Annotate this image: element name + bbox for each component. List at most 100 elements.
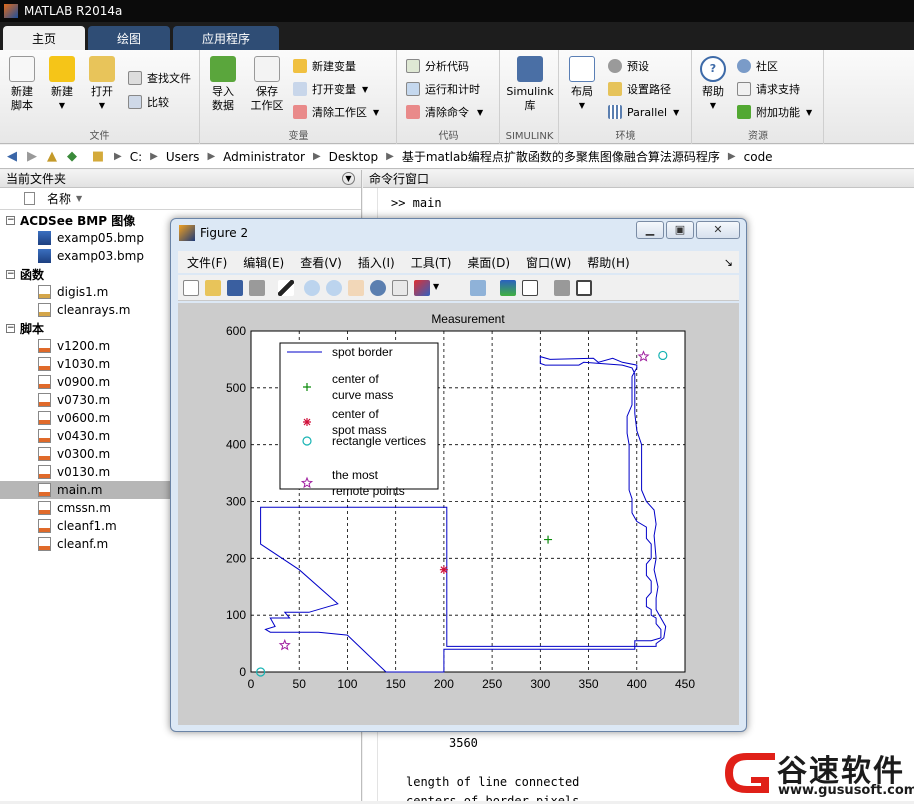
layout-icon bbox=[569, 56, 595, 82]
breadcrumb-separator[interactable]: ▶ bbox=[150, 151, 158, 162]
browse-folder-icon[interactable]: ◆ bbox=[64, 149, 80, 164]
x-tick-label: 450 bbox=[675, 677, 695, 691]
community-button[interactable]: 社区 bbox=[737, 56, 778, 76]
up-folder-icon[interactable]: ▲ bbox=[44, 149, 60, 164]
ribbon-section-simulink: Simulink 库 SIMULINK bbox=[501, 50, 559, 144]
breadcrumb-separator[interactable]: ▶ bbox=[386, 151, 394, 162]
menu-insert[interactable]: 插入(I) bbox=[358, 254, 395, 271]
find-files-button[interactable]: 查找文件 bbox=[128, 68, 191, 88]
rotate-3d-icon[interactable] bbox=[370, 280, 386, 296]
open-file-icon[interactable] bbox=[205, 280, 221, 296]
function-file-icon bbox=[38, 285, 51, 299]
tab-apps[interactable]: 应用程序 bbox=[173, 26, 279, 50]
name-column-header[interactable]: 名称 ▼ bbox=[0, 188, 361, 210]
measurement-chart[interactable]: 0 50 100 150 200 250 300 350 400 450 0 100 200 300 400… bbox=[178, 303, 739, 725]
compare-button[interactable]: 比较 bbox=[128, 92, 169, 112]
legend-icon[interactable] bbox=[522, 280, 538, 296]
restore-button[interactable]: ▣ bbox=[666, 221, 694, 239]
new-script-icon bbox=[9, 56, 35, 82]
close-button[interactable]: ✕ bbox=[696, 221, 740, 239]
add-ons-icon bbox=[737, 105, 751, 119]
parallel-button[interactable]: Parallel ▼ bbox=[608, 102, 679, 122]
clear-workspace-button[interactable]: 清除工作区 ▼ bbox=[293, 102, 379, 122]
show-plot-tools-icon[interactable] bbox=[576, 280, 592, 296]
menu-file[interactable]: 文件(F) bbox=[187, 254, 227, 271]
tab-home[interactable]: 主页 bbox=[3, 26, 85, 50]
breadcrumb-item[interactable]: code bbox=[744, 150, 773, 164]
breadcrumb-separator[interactable]: ▶ bbox=[728, 151, 736, 162]
pan-hand-icon[interactable] bbox=[348, 280, 364, 296]
command-prompt-line[interactable]: >> main bbox=[391, 196, 442, 210]
breadcrumb-item[interactable]: Users bbox=[166, 150, 200, 164]
save-icon[interactable] bbox=[227, 280, 243, 296]
menu-tools[interactable]: 工具(T) bbox=[411, 254, 452, 271]
x-tick-label: 400 bbox=[627, 677, 647, 691]
clear-workspace-icon bbox=[293, 105, 307, 119]
folder-icon: ■ bbox=[91, 149, 105, 164]
open-variable-button[interactable]: 打开变量 ▼ bbox=[293, 79, 368, 99]
preferences-button[interactable]: 预设 bbox=[608, 56, 649, 76]
breadcrumb-item[interactable]: C: bbox=[130, 150, 142, 164]
minimize-button[interactable]: ▁ bbox=[636, 221, 664, 239]
file-name: v0730.m bbox=[57, 393, 111, 407]
zoom-out-icon[interactable] bbox=[326, 280, 342, 296]
select-arrow-icon[interactable] bbox=[278, 280, 294, 296]
new-variable-button[interactable]: 新建变量 bbox=[293, 56, 356, 76]
file-type-column-icon bbox=[24, 192, 35, 205]
print-icon[interactable] bbox=[249, 280, 265, 296]
new-script-button[interactable]: 新建 脚本 bbox=[2, 56, 42, 113]
back-arrow-icon[interactable]: ◀ bbox=[4, 149, 20, 164]
menu-window[interactable]: 窗口(W) bbox=[526, 254, 571, 271]
link-plot-icon[interactable] bbox=[470, 280, 486, 296]
zoom-in-icon[interactable] bbox=[304, 280, 320, 296]
legend-entry-line: center of bbox=[332, 407, 379, 421]
breadcrumb-separator[interactable]: ▶ bbox=[207, 151, 215, 162]
collapse-minus-icon[interactable]: − bbox=[6, 269, 15, 279]
brush-dropdown-icon[interactable]: ▼ bbox=[433, 282, 439, 291]
analyze-code-button[interactable]: 分析代码 bbox=[406, 56, 469, 76]
colorbar-icon[interactable] bbox=[500, 280, 516, 296]
import-data-button[interactable]: 导入 数据 bbox=[203, 56, 243, 113]
set-path-button[interactable]: 设置路径 bbox=[608, 79, 671, 99]
run-and-time-button[interactable]: 运行和计时 bbox=[406, 79, 480, 99]
menu-edit[interactable]: 编辑(E) bbox=[243, 254, 284, 271]
add-ons-label: 附加功能 bbox=[756, 106, 800, 119]
tree-group-label: 函数 bbox=[20, 267, 45, 282]
open-button[interactable]: 打开 ▼ bbox=[82, 56, 122, 113]
tab-plots[interactable]: 绘图 bbox=[88, 26, 170, 50]
new-button[interactable]: 新建 ▼ bbox=[42, 56, 82, 113]
data-cursor-icon[interactable] bbox=[392, 280, 408, 296]
forward-arrow-icon[interactable]: ▶ bbox=[24, 149, 40, 164]
file-name: digis1.m bbox=[57, 285, 109, 299]
save-workspace-button[interactable]: 保存 工作区 bbox=[245, 56, 289, 113]
menu-view[interactable]: 查看(V) bbox=[300, 254, 342, 271]
new-figure-icon[interactable] bbox=[183, 280, 199, 296]
breadcrumb-separator[interactable]: ▶ bbox=[313, 151, 321, 162]
dock-arrow-icon[interactable]: ↘ bbox=[724, 256, 733, 269]
brush-icon[interactable] bbox=[414, 280, 430, 296]
breadcrumb-item[interactable]: Desktop bbox=[329, 150, 379, 164]
file-name: examp03.bmp bbox=[57, 249, 144, 263]
breadcrumb-item[interactable]: Administrator bbox=[223, 150, 305, 164]
add-ons-button[interactable]: 附加功能 ▼ bbox=[737, 102, 812, 122]
collapse-minus-icon[interactable]: − bbox=[6, 215, 15, 225]
breadcrumb-item[interactable]: 基于matlab编程点扩散函数的多聚焦图像融合算法源码程序 bbox=[402, 148, 720, 165]
figure-window[interactable]: Figure 2 ▁ ▣ ✕ 文件(F) 编辑(E) 查看(V) 插入(I) 工… bbox=[170, 218, 747, 732]
menu-help[interactable]: 帮助(H) bbox=[587, 254, 629, 271]
request-support-button[interactable]: 请求支持 bbox=[737, 79, 800, 99]
menu-desktop[interactable]: 桌面(D) bbox=[467, 254, 510, 271]
simulink-library-button[interactable]: Simulink 库 bbox=[505, 56, 555, 113]
help-label: 帮助 bbox=[702, 85, 724, 98]
import-arrow-icon bbox=[210, 56, 236, 82]
file-name: v0130.m bbox=[57, 465, 111, 479]
layout-button[interactable]: 布局 ▼ bbox=[562, 56, 602, 113]
hide-plot-tools-icon[interactable] bbox=[554, 280, 570, 296]
clear-commands-button[interactable]: 清除命令 ▼ bbox=[406, 102, 483, 122]
collapse-minus-icon[interactable]: − bbox=[6, 323, 15, 333]
watermark: 谷速软件 www.gususoft.com bbox=[717, 743, 914, 801]
script-file-icon bbox=[38, 501, 51, 515]
current-folder-title: 当前文件夹 bbox=[6, 172, 67, 186]
community-label: 社区 bbox=[756, 60, 778, 73]
panel-menu-icon[interactable]: ▼ bbox=[342, 172, 355, 185]
help-button[interactable]: ? 帮助 ▼ bbox=[693, 56, 733, 113]
